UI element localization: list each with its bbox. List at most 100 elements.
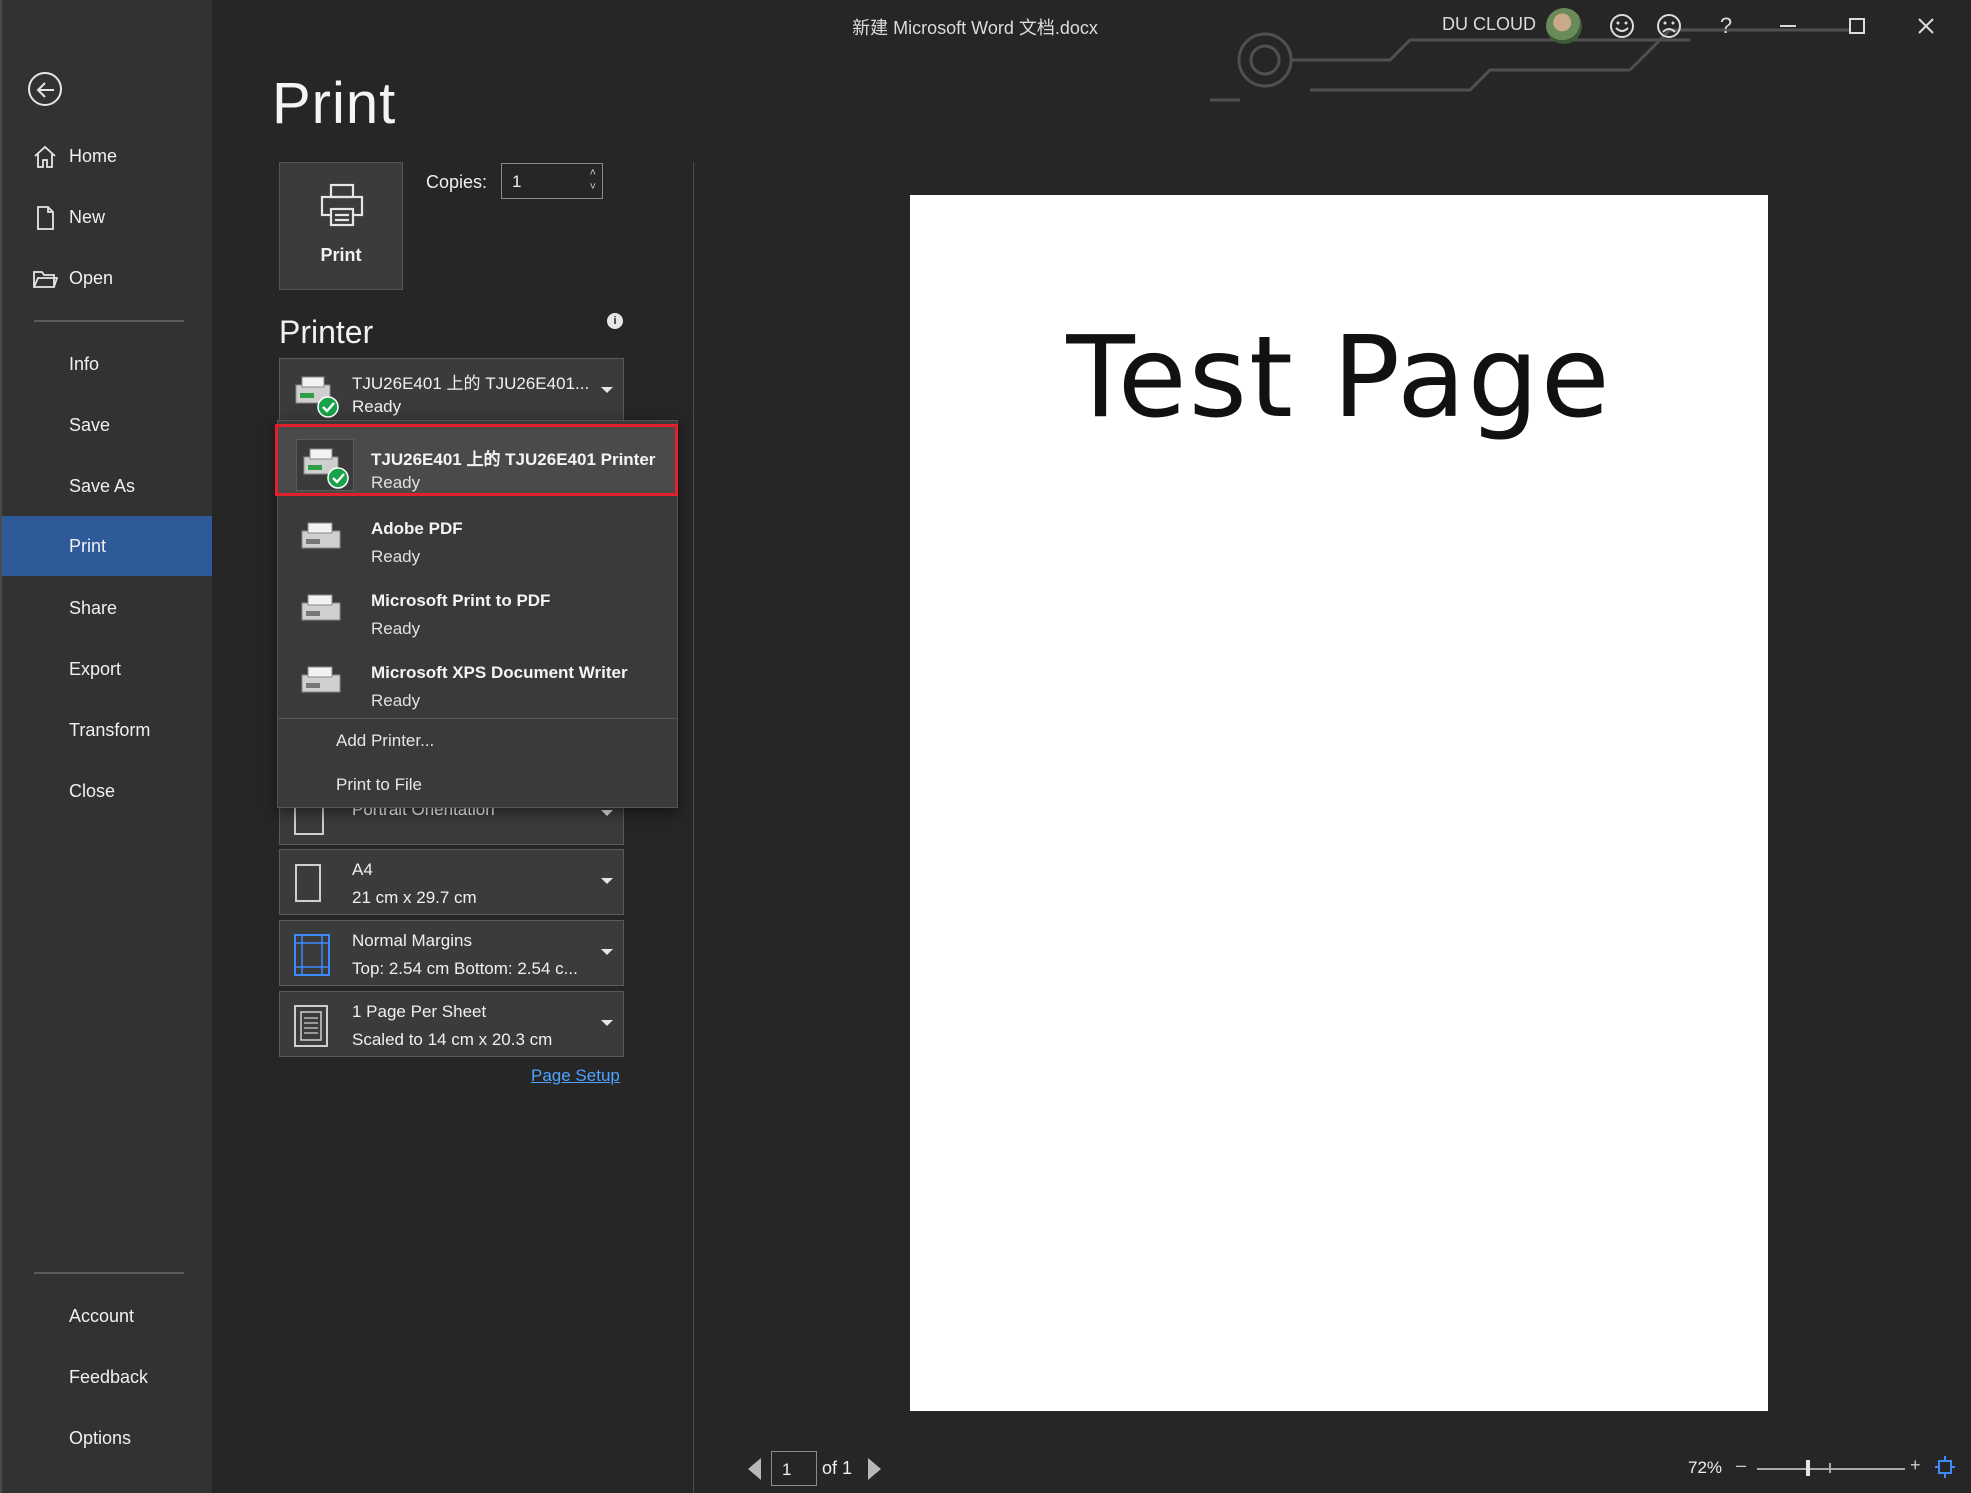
nav-feedback-label: Feedback bbox=[69, 1366, 149, 1387]
previous-page-icon[interactable] bbox=[748, 1458, 761, 1480]
nav-export[interactable]: Export bbox=[2, 639, 212, 699]
print-button-label: Print bbox=[320, 245, 362, 265]
zoom-slider-thumb[interactable] bbox=[1805, 1460, 1810, 1476]
printer-option-name: Adobe PDF bbox=[371, 519, 463, 538]
page-setup-link[interactable]: Page Setup bbox=[531, 1066, 620, 1086]
printer-ready-icon bbox=[296, 439, 354, 491]
back-button[interactable] bbox=[28, 72, 62, 106]
smile-feedback-icon[interactable] bbox=[1608, 12, 1636, 40]
selected-printer-status: Ready bbox=[352, 397, 402, 416]
printer-option-status: Ready bbox=[371, 547, 421, 566]
nav-close-label: Close bbox=[69, 780, 116, 801]
selected-printer-name: TJU26E401 上的 TJU26E401... bbox=[352, 374, 590, 393]
current-page-value: 1 bbox=[782, 1460, 792, 1479]
printer-option[interactable]: Microsoft XPS Document Writer Ready bbox=[278, 645, 677, 717]
copies-down-icon[interactable]: ˅ bbox=[590, 181, 596, 193]
account-name[interactable]: DU CLOUD bbox=[1442, 14, 1536, 35]
nav-open-label: Open bbox=[69, 267, 114, 288]
zoom-slider-track[interactable] bbox=[1757, 1468, 1905, 1470]
info-icon[interactable]: i bbox=[607, 313, 623, 329]
nav-separator bbox=[34, 320, 184, 322]
help-icon[interactable]: ? bbox=[1712, 12, 1740, 40]
nav-separator bbox=[34, 1272, 184, 1274]
printer-icon bbox=[301, 666, 341, 693]
nav-new-label: New bbox=[69, 206, 106, 227]
nav-print-label: Print bbox=[69, 535, 107, 556]
back-arrow-icon bbox=[36, 82, 54, 98]
nav-transform[interactable]: Transform bbox=[2, 700, 212, 760]
nav-save-as[interactable]: Save As bbox=[2, 456, 212, 516]
zoom-percentage[interactable]: 72% bbox=[1688, 1458, 1722, 1478]
nav-info-label: Info bbox=[69, 353, 100, 374]
nav-save[interactable]: Save bbox=[2, 395, 212, 455]
margins-details: Top: 2.54 cm Bottom: 2.54 c... bbox=[352, 959, 578, 978]
frown-feedback-icon[interactable] bbox=[1655, 12, 1683, 40]
copies-input[interactable]: 1 ˄ ˅ bbox=[501, 163, 603, 199]
page-count: of 1 bbox=[822, 1458, 853, 1478]
add-printer-item[interactable]: Add Printer... bbox=[336, 731, 434, 751]
printer-select[interactable]: TJU26E401 上的 TJU26E401... Ready bbox=[279, 358, 624, 424]
nav-transform-label: Transform bbox=[69, 719, 151, 740]
new-document-icon bbox=[37, 206, 54, 230]
print-to-file-item[interactable]: Print to File bbox=[336, 775, 422, 795]
printer-option-name: Microsoft XPS Document Writer bbox=[371, 663, 628, 682]
printer-option[interactable]: TJU26E401 上的 TJU26E401 Printer Ready bbox=[275, 424, 678, 496]
printer-icon bbox=[301, 522, 341, 549]
next-page-icon[interactable] bbox=[868, 1458, 881, 1480]
paper-size-name: A4 bbox=[352, 860, 373, 879]
nav-new[interactable]: New bbox=[2, 187, 212, 247]
margins-name: Normal Margins bbox=[352, 931, 472, 950]
printer-ready-icon bbox=[295, 376, 339, 418]
pages-per-sheet-label: 1 Page Per Sheet bbox=[352, 1002, 487, 1021]
page-number-input[interactable]: 1 bbox=[771, 1451, 817, 1486]
pages-per-sheet-select[interactable]: 1 Page Per Sheet Scaled to 14 cm x 20.3 … bbox=[279, 991, 624, 1057]
nav-save-as-label: Save As bbox=[69, 475, 136, 496]
maximize-icon[interactable] bbox=[1843, 12, 1871, 40]
copies-up-icon[interactable]: ˄ bbox=[590, 167, 596, 179]
preview-page-text: Test Page bbox=[1066, 313, 1612, 443]
nav-print[interactable]: Print bbox=[2, 516, 212, 576]
nav-share[interactable]: Share bbox=[2, 578, 212, 638]
pages-scaling-label: Scaled to 14 cm x 20.3 cm bbox=[352, 1030, 553, 1049]
printer-option-status: Ready bbox=[371, 691, 421, 710]
copies-label: Copies: bbox=[426, 172, 488, 192]
print-button[interactable]: Print bbox=[279, 162, 403, 290]
nav-account[interactable]: Account bbox=[2, 1286, 212, 1346]
nav-export-label: Export bbox=[69, 658, 122, 679]
nav-info[interactable]: Info bbox=[2, 334, 212, 394]
minimize-icon[interactable] bbox=[1774, 12, 1802, 40]
printer-option-name: TJU26E401 上的 TJU26E401 Printer bbox=[371, 450, 656, 469]
nav-close[interactable]: Close bbox=[2, 761, 212, 821]
printer-icon bbox=[301, 594, 341, 621]
printer-option[interactable]: Microsoft Print to PDF Ready bbox=[278, 573, 677, 645]
nav-share-label: Share bbox=[69, 597, 118, 618]
page-title: Print bbox=[272, 71, 397, 136]
open-folder-icon bbox=[33, 271, 58, 288]
nav-open[interactable]: Open bbox=[2, 248, 212, 308]
zoom-in-icon[interactable]: + bbox=[1910, 1455, 1921, 1476]
nav-options[interactable]: Options bbox=[2, 1408, 212, 1468]
nav-home-label: Home bbox=[69, 145, 118, 166]
printer-option[interactable]: Adobe PDF Ready bbox=[278, 501, 677, 573]
printer-dropdown: TJU26E401 上的 TJU26E401 Printer Ready Ado… bbox=[275, 420, 678, 808]
paper-size-select[interactable]: A4 21 cm x 29.7 cm bbox=[279, 849, 624, 915]
chevron-down-icon bbox=[601, 810, 613, 816]
backstage-nav: Home New Open Info Save Save As Print Sh… bbox=[0, 0, 212, 1493]
nav-feedback[interactable]: Feedback bbox=[2, 1347, 212, 1407]
dropdown-separator bbox=[278, 718, 677, 719]
fit-to-window-icon[interactable] bbox=[1934, 1455, 1956, 1479]
nav-home[interactable]: Home bbox=[2, 126, 212, 186]
avatar[interactable] bbox=[1546, 8, 1582, 44]
close-window-icon[interactable] bbox=[1912, 12, 1940, 40]
paper-size-icon bbox=[295, 864, 321, 902]
paper-size-dimensions: 21 cm x 29.7 cm bbox=[352, 888, 477, 907]
nav-options-label: Options bbox=[69, 1427, 132, 1448]
zoom-100-tick bbox=[1829, 1463, 1831, 1473]
pages-per-sheet-icon bbox=[294, 1005, 328, 1047]
panel-divider bbox=[693, 162, 694, 1493]
margins-select[interactable]: Normal Margins Top: 2.54 cm Bottom: 2.54… bbox=[279, 920, 624, 986]
chevron-down-icon bbox=[601, 949, 613, 955]
printer-option-status: Ready bbox=[371, 619, 421, 638]
zoom-out-icon[interactable]: – bbox=[1736, 1455, 1746, 1476]
copies-value: 1 bbox=[512, 172, 522, 191]
